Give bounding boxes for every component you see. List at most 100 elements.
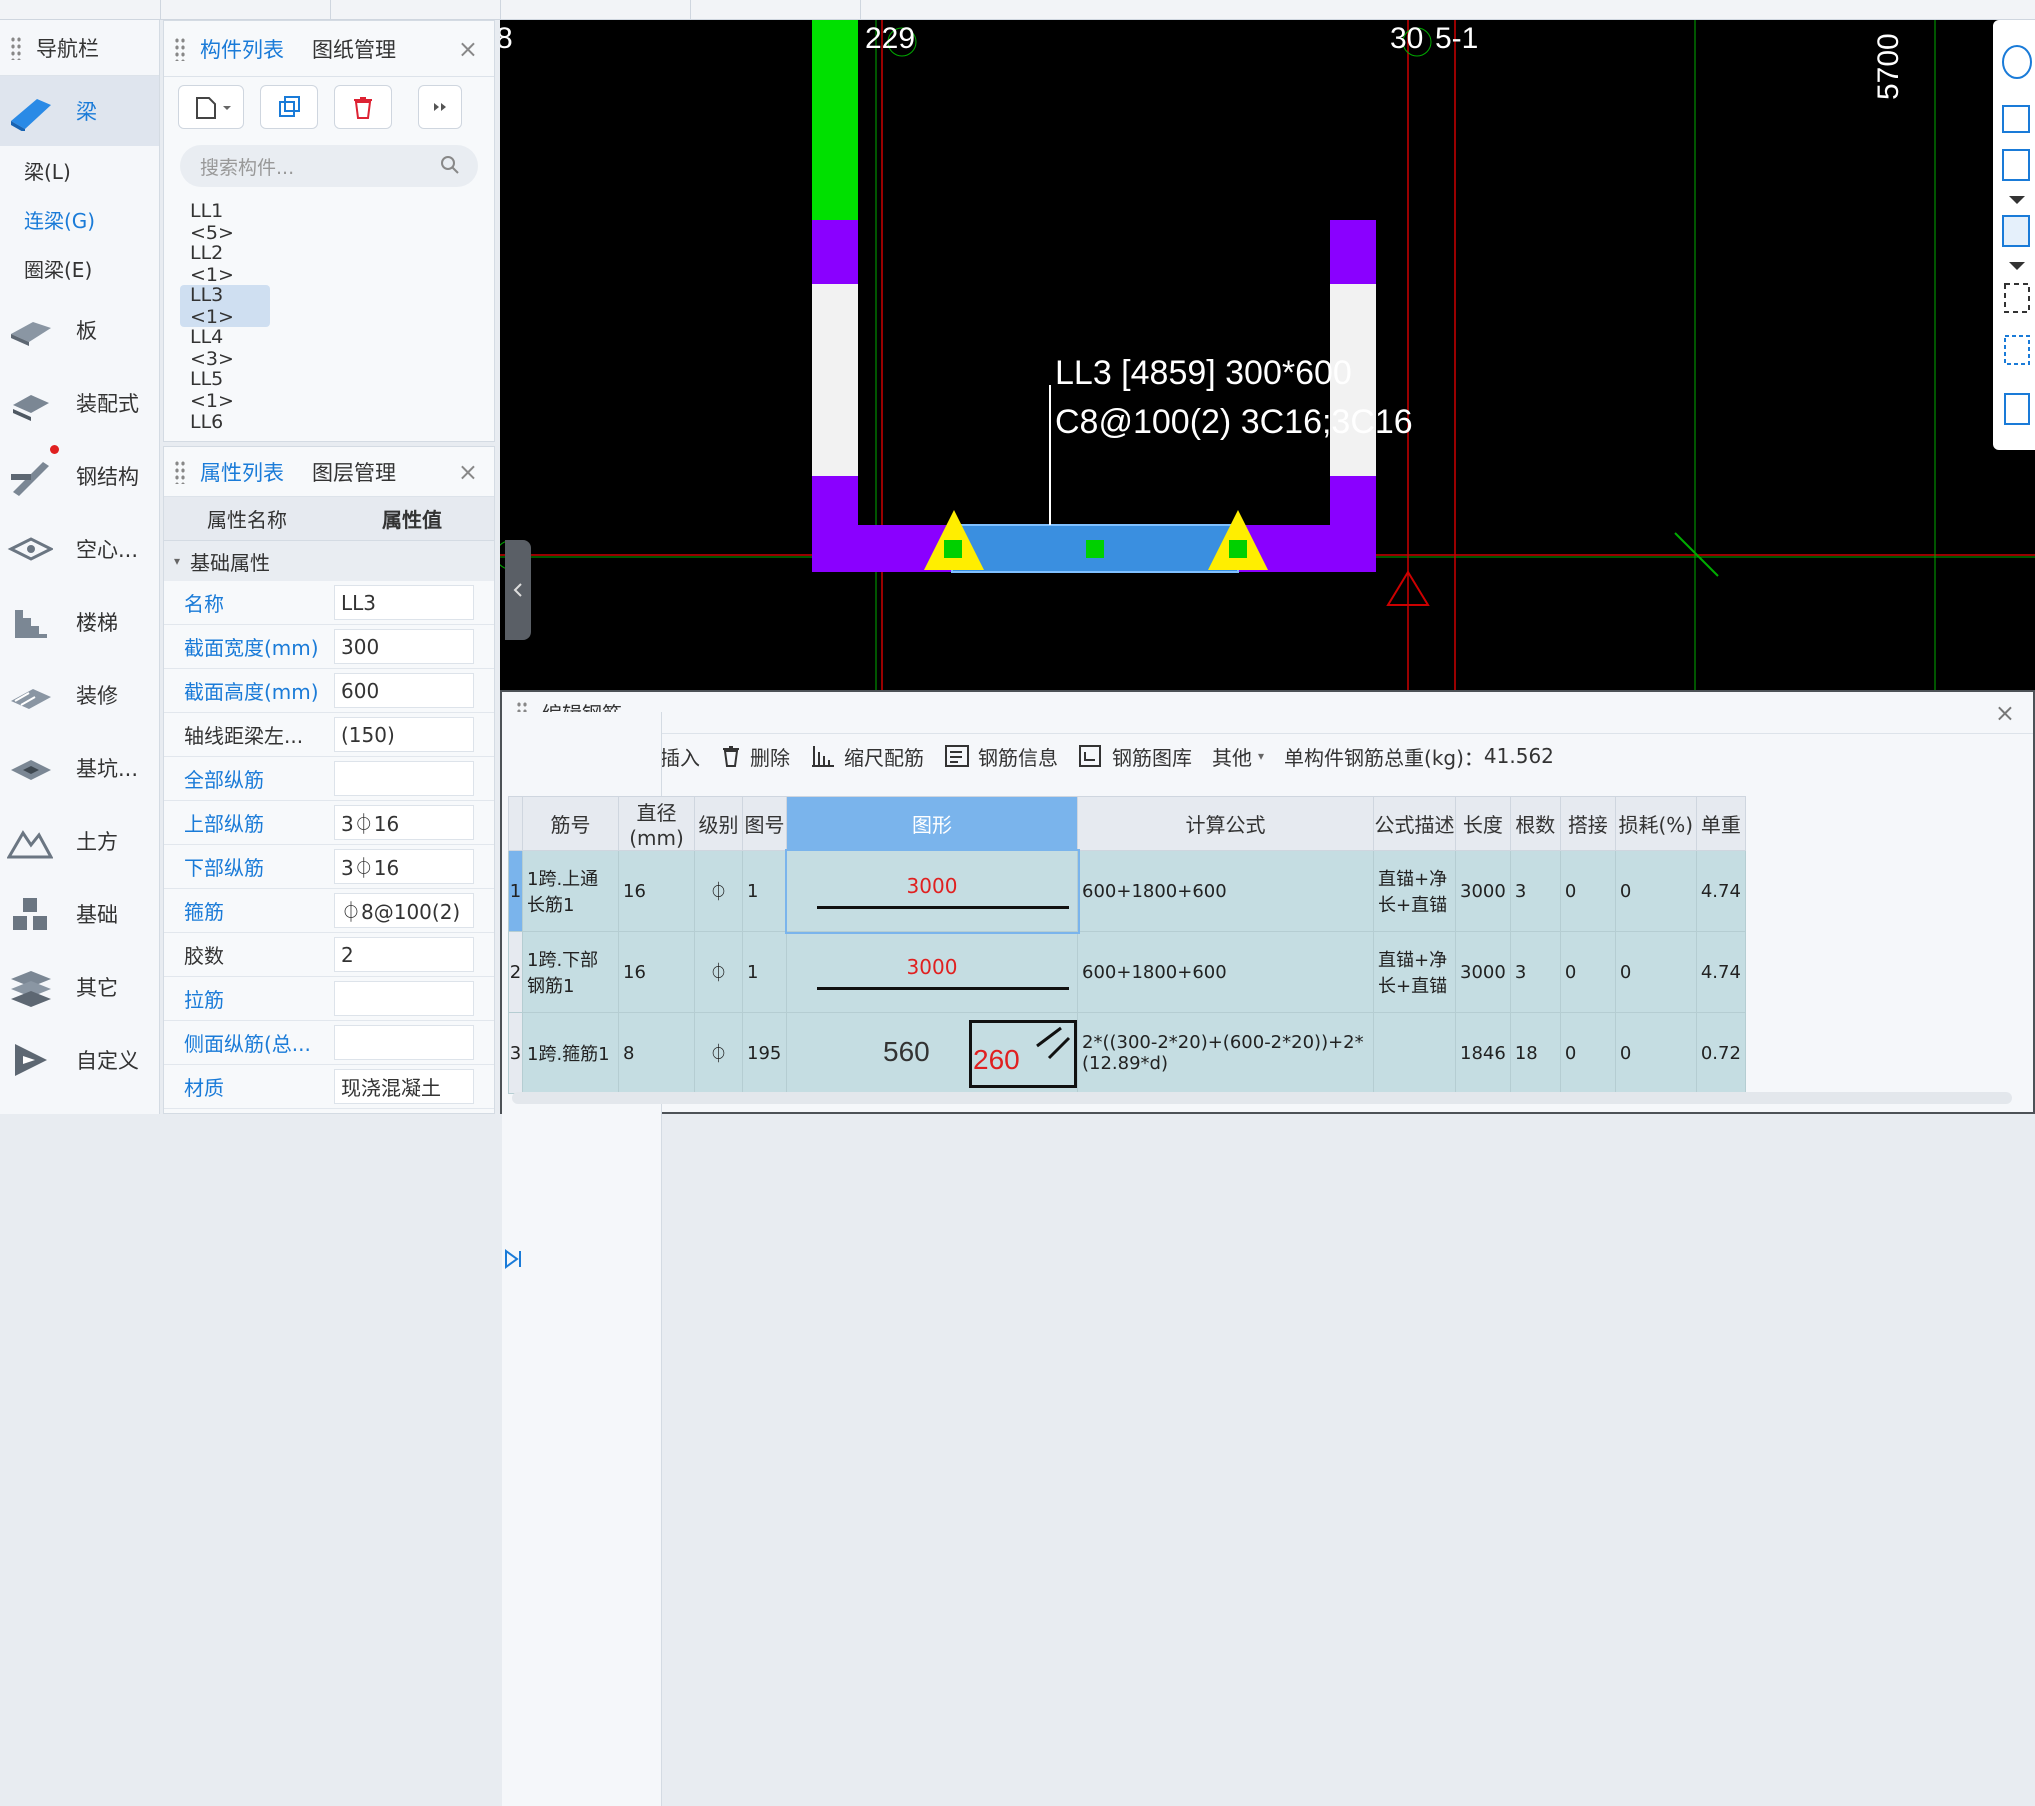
column-header[interactable]: 公式描述: [1373, 796, 1456, 851]
nav-item-steel[interactable]: 钢结构: [0, 439, 159, 512]
nav-item-stairs[interactable]: 楼梯: [0, 585, 159, 658]
property-value-field[interactable]: 2: [334, 937, 474, 972]
cell-fig[interactable]: 1: [742, 931, 787, 1013]
property-value-field[interactable]: 600: [334, 673, 474, 708]
cell-name[interactable]: 1跨.上通长筋1: [522, 850, 619, 932]
close-icon[interactable]: ×: [1995, 699, 2015, 727]
cell-length[interactable]: 3000: [1455, 850, 1511, 932]
property-value-field[interactable]: ⏀8@100(2): [334, 893, 474, 928]
tab-drawing-management[interactable]: 图纸管理: [312, 34, 396, 64]
nav-sub-coupling-beam[interactable]: 连梁(G): [0, 195, 159, 244]
drag-handle-icon[interactable]: [174, 36, 186, 61]
list-item[interactable]: LL4 <3>: [180, 326, 270, 370]
table-row[interactable]: 1 1跨.上通长筋1 16 ⏀ 1 3000 600+1800+600 直锚+净长+直锚 300…: [508, 848, 1746, 934]
nav-sub-ring-beam[interactable]: 圈梁(E): [0, 244, 159, 293]
column-header[interactable]: 筋号: [522, 796, 619, 851]
property-value-field[interactable]: LL3: [334, 585, 474, 620]
drag-handle-icon[interactable]: [10, 35, 22, 60]
property-value-field[interactable]: [334, 1025, 474, 1060]
cell-desc[interactable]: 直锚+净长+直锚: [1373, 931, 1456, 1013]
cell-formula[interactable]: 600+1800+600: [1077, 850, 1374, 932]
horizontal-scrollbar[interactable]: [512, 1092, 2012, 1104]
nav-item-slab[interactable]: 板: [0, 293, 159, 366]
cell-formula[interactable]: 2*((300-2*20)+(600-2*20))+2*(12.89*d): [1077, 1012, 1374, 1094]
property-value-field[interactable]: 现浇混凝土: [334, 1069, 474, 1104]
cell-fig[interactable]: 1: [742, 850, 787, 932]
column-header[interactable]: 级别: [694, 796, 743, 851]
cell-length[interactable]: 1846: [1455, 1012, 1511, 1094]
other-dropdown[interactable]: 其他 ▾: [1212, 742, 1264, 771]
cell-desc[interactable]: 直锚+净长+直锚: [1373, 850, 1456, 932]
column-header[interactable]: 搭接: [1559, 796, 1616, 851]
cell-lap[interactable]: 0: [1559, 1012, 1616, 1094]
tab-layer-management[interactable]: 图层管理: [312, 457, 396, 487]
cell-lap[interactable]: 0: [1559, 850, 1616, 932]
list-item[interactable]: LL1 <5>: [180, 200, 270, 244]
tab-property-list[interactable]: 属性列表: [200, 457, 284, 487]
property-value-field[interactable]: (150): [334, 717, 474, 752]
property-value-field[interactable]: 300: [334, 629, 474, 664]
cell-dia[interactable]: 16: [618, 850, 695, 932]
more-button[interactable]: [418, 85, 462, 129]
column-header[interactable]: 根数: [1509, 796, 1561, 851]
new-component-button[interactable]: [178, 85, 244, 129]
nav-item-foundation[interactable]: 基础: [0, 877, 159, 950]
nav-item-beam[interactable]: 梁: [0, 76, 159, 146]
scale-rebar-button[interactable]: 缩尺配筋: [810, 742, 924, 771]
cell-grade[interactable]: ⏀: [694, 931, 743, 1013]
property-value-field[interactable]: [334, 981, 474, 1016]
column-header[interactable]: 直径(mm): [618, 796, 695, 851]
cell-weight[interactable]: 0.72: [1695, 1012, 1746, 1094]
cell-loss[interactable]: 0: [1614, 850, 1697, 932]
cell-shape[interactable]: 3000: [786, 931, 1078, 1013]
cell-dia[interactable]: 16: [618, 931, 695, 1013]
cell-loss[interactable]: 0: [1614, 931, 1697, 1013]
delete-component-button[interactable]: [334, 85, 392, 129]
column-header[interactable]: 单重: [1695, 796, 1746, 851]
cell-desc[interactable]: [1373, 1012, 1456, 1094]
nav-item-other[interactable]: 其它: [0, 950, 159, 1023]
cell-dia[interactable]: 8: [618, 1012, 695, 1094]
cell-count[interactable]: 18: [1509, 1012, 1561, 1094]
column-header[interactable]: 长度: [1455, 796, 1511, 851]
cell-count[interactable]: 3: [1509, 931, 1561, 1013]
collapse-panel-button[interactable]: [505, 540, 531, 640]
cell-shape[interactable]: 560 260: [786, 1012, 1078, 1094]
list-item[interactable]: LL5 <1>: [180, 368, 270, 412]
cell-weight[interactable]: 4.74: [1695, 931, 1746, 1013]
nav-item-prefab[interactable]: 装配式: [0, 366, 159, 439]
cell-lap[interactable]: 0: [1559, 931, 1616, 1013]
nav-item-earthwork[interactable]: 土方: [0, 804, 159, 877]
nav-item-decoration[interactable]: 装修: [0, 658, 159, 731]
cell-name[interactable]: 1跨.下部钢筋1: [522, 931, 619, 1013]
nav-item-pit[interactable]: 基坑...: [0, 731, 159, 804]
cell-count[interactable]: 3: [1509, 850, 1561, 932]
cell-grade[interactable]: ⏀: [694, 850, 743, 932]
nav-item-hollow[interactable]: 空心...: [0, 512, 159, 585]
component-search-input[interactable]: 搜索构件...: [180, 145, 478, 187]
column-header[interactable]: 图号: [742, 796, 787, 851]
close-icon[interactable]: ×: [458, 458, 478, 486]
nav-sub-beam-l[interactable]: 梁(L): [0, 146, 159, 195]
row-number[interactable]: 3: [508, 1012, 523, 1094]
column-header[interactable]: 计算公式: [1077, 796, 1374, 851]
drag-handle-icon[interactable]: [174, 459, 186, 484]
cell-name[interactable]: 1跨.箍筋1: [522, 1012, 619, 1094]
nav-item-custom[interactable]: 自定义: [0, 1023, 159, 1096]
property-group[interactable]: ▾ 基础属性: [164, 541, 494, 581]
rebar-library-button[interactable]: 钢筋图库: [1078, 742, 1192, 771]
cell-grade[interactable]: ⏀: [694, 1012, 743, 1094]
list-item[interactable]: LL3 <1>: [180, 284, 270, 328]
row-number[interactable]: 2: [508, 931, 523, 1013]
cell-length[interactable]: 3000: [1455, 931, 1511, 1013]
cell-formula[interactable]: 600+1800+600: [1077, 931, 1374, 1013]
cell-fig[interactable]: 195: [742, 1012, 787, 1094]
list-item[interactable]: LL2 <1>: [180, 242, 270, 286]
property-value-field[interactable]: 3⏀16: [334, 849, 474, 884]
property-value-field[interactable]: [334, 761, 474, 796]
copy-component-button[interactable]: [260, 85, 318, 129]
close-icon[interactable]: ×: [458, 35, 478, 63]
tab-component-list[interactable]: 构件列表: [200, 34, 284, 64]
drawing-canvas[interactable]: 8 229 30 5-1 5700 LL3 [4859] 300*600 C8@…: [500, 20, 2035, 690]
list-item[interactable]: LL6 <5>: [180, 411, 270, 431]
